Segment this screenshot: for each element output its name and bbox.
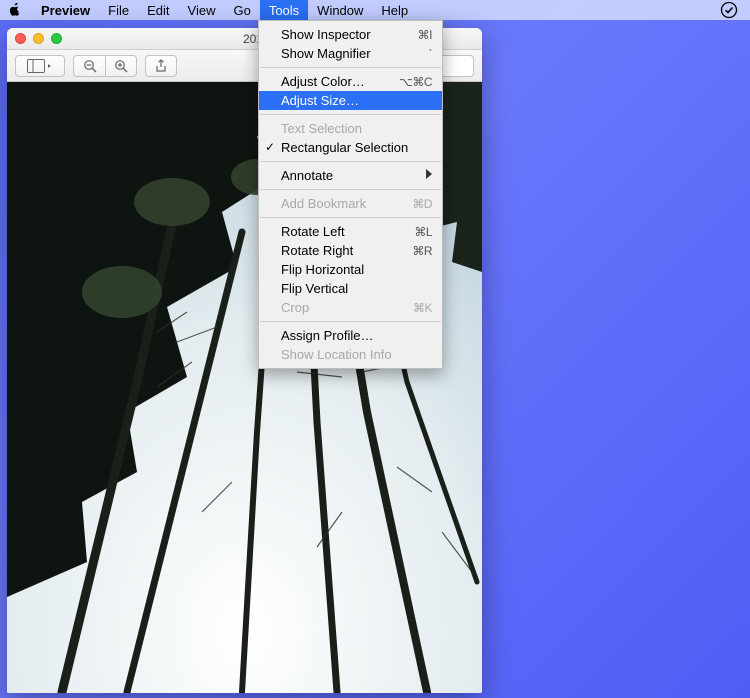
menu-show-inspector[interactable]: Show Inspector ⌘I [259, 25, 442, 44]
menu-flip-vertical[interactable]: Flip Vertical [259, 279, 442, 298]
menu-separator [260, 189, 441, 190]
menu-item-label: Crop [281, 300, 413, 315]
menu-item-label: Show Location Info [281, 347, 432, 362]
menu-separator [260, 161, 441, 162]
sidebar-icon [27, 59, 53, 73]
menu-app[interactable]: Preview [32, 1, 99, 20]
menu-crop: Crop ⌘K [259, 298, 442, 317]
menu-separator [260, 217, 441, 218]
status-icon[interactable] [720, 1, 738, 19]
menu-adjust-size[interactable]: Adjust Size… [259, 91, 442, 110]
menu-go[interactable]: Go [224, 1, 259, 20]
share-icon [154, 59, 168, 73]
menu-text-selection: Text Selection [259, 119, 442, 138]
menu-item-label: Add Bookmark [281, 196, 412, 211]
zoom-out-button[interactable] [73, 55, 105, 77]
menu-add-bookmark: Add Bookmark ⌘D [259, 194, 442, 213]
menu-rotate-left[interactable]: Rotate Left ⌘L [259, 222, 442, 241]
shortcut-label: ⌥⌘C [399, 75, 432, 89]
shortcut-label: ⌘D [412, 197, 432, 211]
share-button[interactable] [145, 55, 177, 77]
menu-tools[interactable]: Tools [260, 0, 308, 21]
menu-file[interactable]: File [99, 1, 138, 20]
zoom-out-icon [83, 59, 97, 73]
menu-help[interactable]: Help [372, 1, 417, 20]
menu-item-label: Rectangular Selection [281, 140, 432, 155]
shortcut-label: ⌘K [413, 301, 432, 315]
sidebar-button[interactable] [15, 55, 65, 77]
menu-item-label: Flip Vertical [281, 281, 432, 296]
menu-window[interactable]: Window [308, 1, 372, 20]
shortcut-label: ⌘L [414, 225, 432, 239]
traffic-lights [15, 33, 62, 44]
menu-item-label: Rotate Left [281, 224, 414, 239]
menu-edit[interactable]: Edit [138, 1, 178, 20]
menu-show-location: Show Location Info [259, 345, 442, 364]
menu-flip-horizontal[interactable]: Flip Horizontal [259, 260, 442, 279]
menu-item-label: Show Inspector [281, 27, 418, 42]
menu-annotate[interactable]: Annotate [259, 166, 442, 185]
apple-menu[interactable] [8, 3, 22, 17]
menu-item-label: Assign Profile… [281, 328, 432, 343]
zoom-in-button[interactable] [105, 55, 137, 77]
menu-item-label: Adjust Size… [281, 93, 432, 108]
menu-item-label: Annotate [281, 168, 432, 183]
shortcut-label: ` [429, 47, 433, 61]
checkmark-circle-icon [720, 1, 738, 19]
zoom-in-icon [114, 59, 128, 73]
shortcut-label: ⌘R [412, 244, 432, 258]
menu-rotate-right[interactable]: Rotate Right ⌘R [259, 241, 442, 260]
window-minimize-button[interactable] [33, 33, 44, 44]
menu-item-label: Rotate Right [281, 243, 412, 258]
tools-menu: Show Inspector ⌘I Show Magnifier ` Adjus… [258, 20, 443, 369]
menu-item-label: Flip Horizontal [281, 262, 432, 277]
shortcut-label: ⌘I [418, 28, 432, 42]
menu-separator [260, 321, 441, 322]
menu-item-label: Adjust Color… [281, 74, 399, 89]
window-zoom-button[interactable] [51, 33, 62, 44]
zoom-group [73, 55, 137, 77]
menu-adjust-color[interactable]: Adjust Color… ⌥⌘C [259, 72, 442, 91]
window-close-button[interactable] [15, 33, 26, 44]
menu-assign-profile[interactable]: Assign Profile… [259, 326, 442, 345]
apple-icon [8, 3, 22, 17]
menu-rect-selection[interactable]: ✓ Rectangular Selection [259, 138, 442, 157]
checkmark-icon: ✓ [265, 140, 275, 154]
menu-separator [260, 114, 441, 115]
menu-view[interactable]: View [179, 1, 225, 20]
search-field[interactable] [438, 55, 474, 77]
submenu-arrow-icon [426, 169, 432, 179]
menu-item-label: Show Magnifier [281, 46, 429, 61]
menu-separator [260, 67, 441, 68]
menu-show-magnifier[interactable]: Show Magnifier ` [259, 44, 442, 63]
menubar: Preview File Edit View Go Tools Window H… [0, 0, 750, 20]
menu-item-label: Text Selection [281, 121, 432, 136]
